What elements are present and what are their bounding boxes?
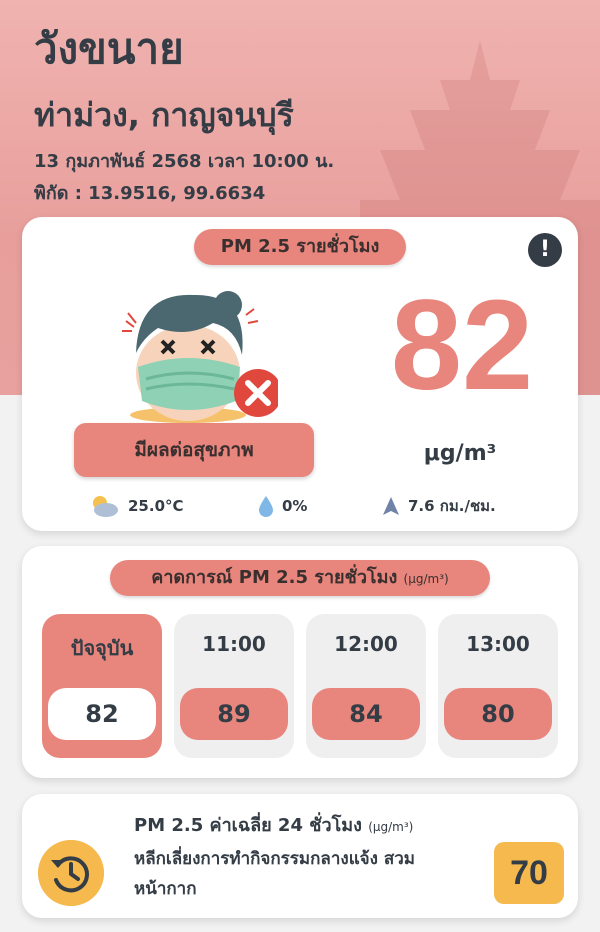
wind-direction-icon — [383, 497, 399, 515]
pm25-value: 82 — [390, 274, 534, 417]
forecast-card: คาดการณ์ PM 2.5 รายชั่วโมง (μg/m³) ปัจจุ… — [22, 546, 578, 778]
temperature-value: 25.0°C — [128, 497, 184, 515]
weather-temperature: 25.0°C — [88, 493, 184, 519]
average-title-unit: (μg/m³) — [368, 820, 414, 834]
location-name: วังขนาย — [34, 24, 184, 73]
forecast-value: 82 — [48, 688, 156, 740]
pm25-unit: μg/m³ — [423, 441, 497, 466]
average-card: PM 2.5 ค่าเฉลี่ย 24 ชั่วโมง (μg/m³) หลีก… — [22, 794, 578, 918]
location-district: ท่าม่วง, กาญจนบุรี — [34, 96, 294, 134]
partly-cloudy-icon — [93, 496, 118, 517]
forecast-title-text: คาดการณ์ PM 2.5 รายชั่วโมง — [151, 567, 398, 588]
current-pm-card: PM 2.5 รายชั่วโมง ! มีผลต่อสุขภาพ 82 μg/… — [22, 217, 578, 531]
forecast-time: ปัจจุบัน — [70, 636, 134, 660]
forecast-value: 89 — [180, 688, 288, 740]
wind-value: 7.6 กม./ชม. — [408, 497, 496, 515]
average-title: PM 2.5 ค่าเฉลี่ย 24 ชั่วโมง (μg/m³) — [134, 810, 413, 839]
forecast-time: 12:00 — [334, 632, 398, 656]
weather-wind: 7.6 กม./ชม. — [382, 493, 496, 519]
forecast-time: 11:00 — [202, 632, 266, 656]
rain-value: 0% — [282, 497, 308, 515]
health-advice: หลีกเลี่ยงการทำกิจกรรมกลางแจ้ง สวมหน้ากา… — [134, 849, 415, 899]
raindrop-icon — [259, 496, 273, 517]
forecast-value: 84 — [312, 688, 420, 740]
weather-rain: 0% — [258, 493, 307, 519]
forecast-item-1200[interactable]: 12:00 84 — [306, 614, 426, 758]
hourly-pm-title: PM 2.5 รายชั่วโมง — [194, 229, 406, 265]
info-icon[interactable]: ! — [528, 233, 562, 267]
forecast-value: 80 — [444, 688, 552, 740]
forecast-title-unit: (μg/m³) — [403, 572, 449, 586]
health-status-button[interactable]: มีผลต่อสุขภาพ — [74, 423, 314, 477]
average-title-text: PM 2.5 ค่าเฉลี่ย 24 ชั่วโมง — [134, 815, 362, 836]
history-icon[interactable] — [38, 840, 104, 906]
forecast-item-current[interactable]: ปัจจุบัน 82 — [42, 614, 162, 758]
average-value: 70 — [494, 842, 564, 904]
coordinates: พิกัด : 13.9516, 99.6634 — [34, 183, 266, 204]
sick-face-mask-icon — [122, 291, 278, 423]
date-time: 13 กุมภาพันธ์ 2568 เวลา 10:00 น. — [34, 151, 335, 172]
forecast-item-1300[interactable]: 13:00 80 — [438, 614, 558, 758]
forecast-item-1100[interactable]: 11:00 89 — [174, 614, 294, 758]
forecast-time: 13:00 — [466, 632, 530, 656]
forecast-title: คาดการณ์ PM 2.5 รายชั่วโมง (μg/m³) — [110, 560, 490, 596]
